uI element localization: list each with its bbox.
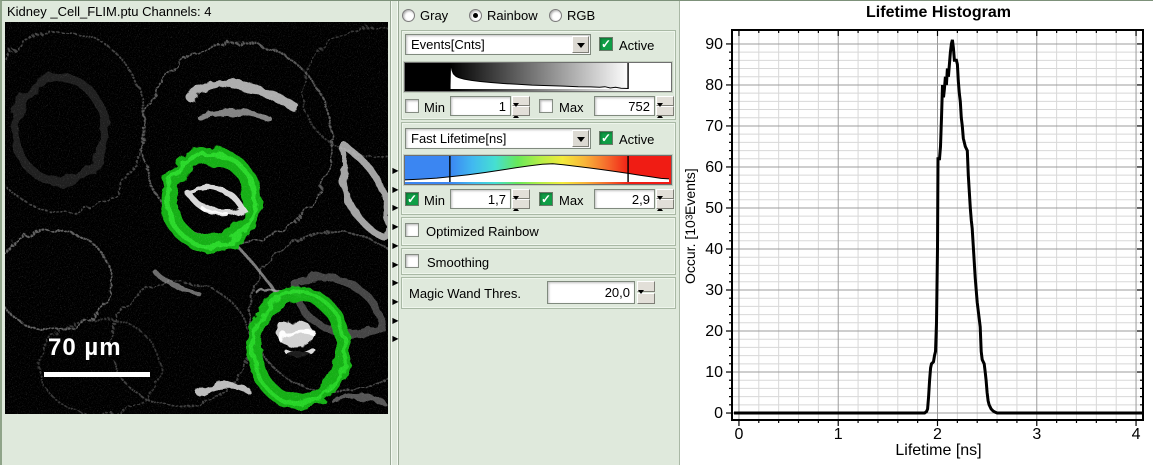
radio-rainbow[interactable] bbox=[469, 9, 482, 22]
lifetime-channel-select[interactable]: Fast Lifetime[ns] bbox=[405, 128, 591, 149]
svg-text:10: 10 bbox=[705, 364, 723, 381]
check-icon: ✓ bbox=[406, 193, 418, 206]
check-icon: ✓ bbox=[540, 193, 552, 206]
spin-down-icon bbox=[657, 196, 663, 217]
panel-expand-arrow-icon[interactable]: ▶ bbox=[392, 165, 399, 177]
intensity-channel-dropdown-button[interactable] bbox=[572, 36, 589, 53]
svg-text:3: 3 bbox=[1032, 426, 1041, 443]
intensity-max-spinner[interactable] bbox=[656, 96, 674, 116]
histogram-curve bbox=[734, 40, 1143, 413]
radio-rgb-label: RGB bbox=[567, 8, 595, 23]
lifetime-max-checkbox[interactable]: ✓ bbox=[539, 192, 553, 206]
spin-down-icon bbox=[513, 103, 519, 124]
panel-splitter[interactable]: ▶ ▶ ▶ ▶ ▶ ▶ ▶ ▶ ▶ ▶ bbox=[390, 1, 399, 465]
intensity-max-input[interactable] bbox=[594, 96, 655, 116]
svg-text:30: 30 bbox=[705, 282, 723, 299]
lifetime-min-spinner[interactable] bbox=[512, 189, 530, 209]
lifetime-min-label: Min bbox=[424, 193, 445, 208]
panel-expand-arrow-icon[interactable]: ▶ bbox=[392, 259, 399, 271]
svg-text:60: 60 bbox=[705, 159, 723, 176]
intensity-min-spinner[interactable] bbox=[512, 96, 530, 116]
svg-text:90: 90 bbox=[705, 36, 723, 53]
lifetime-max-spinner[interactable] bbox=[656, 189, 674, 209]
svg-text:0: 0 bbox=[714, 405, 723, 422]
radio-rgb[interactable] bbox=[549, 9, 562, 22]
intensity-min-input[interactable] bbox=[450, 96, 511, 116]
svg-text:4: 4 bbox=[1132, 426, 1141, 443]
panel-expand-arrow-icon[interactable]: ▶ bbox=[392, 202, 399, 214]
panel-expand-arrow-icon[interactable]: ▶ bbox=[392, 221, 399, 233]
svg-text:80: 80 bbox=[705, 77, 723, 94]
radio-gray-label: Gray bbox=[420, 8, 448, 23]
intensity-channel-value: Events[Cnts] bbox=[411, 37, 485, 52]
svg-text:20: 20 bbox=[705, 323, 723, 340]
panel-expand-arrow-icon[interactable]: ▶ bbox=[392, 333, 399, 345]
chevron-down-icon bbox=[577, 43, 585, 48]
image-panel: Kidney _Cell_FLIM.ptu Channels: 4 bbox=[2, 1, 390, 465]
optimized-rainbow-label: Optimized Rainbow bbox=[426, 224, 539, 239]
scale-bar-label: 70 µm bbox=[48, 334, 122, 362]
optimized-rainbow-checkbox[interactable]: ✓ bbox=[405, 223, 419, 237]
panel-expand-arrow-icon[interactable]: ▶ bbox=[392, 315, 399, 327]
magic-wand-label: Magic Wand Thres. bbox=[409, 286, 521, 301]
lifetime-min-checkbox[interactable]: ✓ bbox=[405, 192, 419, 206]
spin-down-button[interactable] bbox=[656, 106, 674, 116]
svg-text:1: 1 bbox=[834, 426, 843, 443]
smoothing-label: Smoothing bbox=[427, 255, 489, 270]
radio-rainbow-label: Rainbow bbox=[487, 8, 538, 23]
lifetime-histogram-panel: Lifetime Histogram Occur. [10 3 Events] … bbox=[679, 1, 1153, 465]
spin-down-icon bbox=[657, 103, 663, 124]
image-title: Kidney _Cell_FLIM.ptu Channels: 4 bbox=[3, 1, 389, 22]
radio-dot-icon bbox=[473, 13, 478, 18]
magic-wand-spinner[interactable] bbox=[637, 281, 655, 304]
intensity-max-checkbox[interactable]: ✓ bbox=[539, 99, 553, 113]
chart-x-axis-label: Lifetime [ns] bbox=[733, 442, 1144, 460]
spin-down-button[interactable] bbox=[512, 106, 530, 116]
svg-text:0: 0 bbox=[734, 426, 743, 443]
intensity-max-label: Max bbox=[559, 100, 584, 115]
intensity-channel-select[interactable]: Events[Cnts] bbox=[405, 34, 591, 55]
spin-down-button[interactable] bbox=[637, 293, 655, 304]
panel-expand-arrow-icon[interactable]: ▶ bbox=[392, 184, 399, 196]
display-controls-panel: Gray Rainbow RGB Events[Cnts] ✓ Active ✓… bbox=[399, 1, 679, 465]
spin-down-button[interactable] bbox=[512, 199, 530, 209]
svg-text:2: 2 bbox=[933, 426, 942, 443]
lifetime-histogram-plot: 012340102030405060708090 bbox=[680, 1, 1153, 465]
svg-text:70: 70 bbox=[705, 118, 723, 135]
intensity-min-label: Min bbox=[424, 100, 445, 115]
flim-analysis-window: Kidney _Cell_FLIM.ptu Channels: 4 bbox=[0, 0, 1153, 465]
svg-text:50: 50 bbox=[705, 200, 723, 217]
spin-down-button[interactable] bbox=[656, 199, 674, 209]
lifetime-max-input[interactable] bbox=[594, 189, 655, 209]
panel-expand-arrow-icon[interactable]: ▶ bbox=[392, 240, 399, 252]
lifetime-active-checkbox[interactable]: ✓ bbox=[599, 131, 613, 145]
lifetime-active-label: Active bbox=[619, 132, 654, 147]
check-icon: ✓ bbox=[600, 132, 612, 145]
intensity-min-checkbox[interactable]: ✓ bbox=[405, 99, 419, 113]
panel-expand-arrow-icon[interactable]: ▶ bbox=[392, 296, 399, 308]
lifetime-channel-value: Fast Lifetime[ns] bbox=[411, 131, 506, 146]
spin-down-icon bbox=[638, 290, 644, 311]
lifetime-max-label: Max bbox=[559, 193, 584, 208]
intensity-active-checkbox[interactable]: ✓ bbox=[599, 37, 613, 51]
lifetime-lut-bar[interactable] bbox=[404, 155, 672, 185]
radio-gray[interactable] bbox=[402, 9, 415, 22]
panel-expand-arrow-icon[interactable]: ▶ bbox=[392, 277, 399, 289]
chevron-down-icon bbox=[577, 137, 585, 142]
intensity-lut-bar[interactable] bbox=[404, 62, 672, 92]
flim-micrograph[interactable]: 70 µm bbox=[5, 22, 388, 414]
svg-text:40: 40 bbox=[705, 241, 723, 258]
scale-bar bbox=[44, 372, 150, 377]
spin-down-icon bbox=[513, 196, 519, 217]
lifetime-min-input[interactable] bbox=[450, 189, 511, 209]
smoothing-checkbox[interactable]: ✓ bbox=[405, 254, 419, 268]
magic-wand-input[interactable] bbox=[547, 281, 635, 304]
check-icon: ✓ bbox=[600, 38, 612, 51]
lifetime-channel-dropdown-button[interactable] bbox=[572, 130, 589, 147]
intensity-active-label: Active bbox=[619, 38, 654, 53]
